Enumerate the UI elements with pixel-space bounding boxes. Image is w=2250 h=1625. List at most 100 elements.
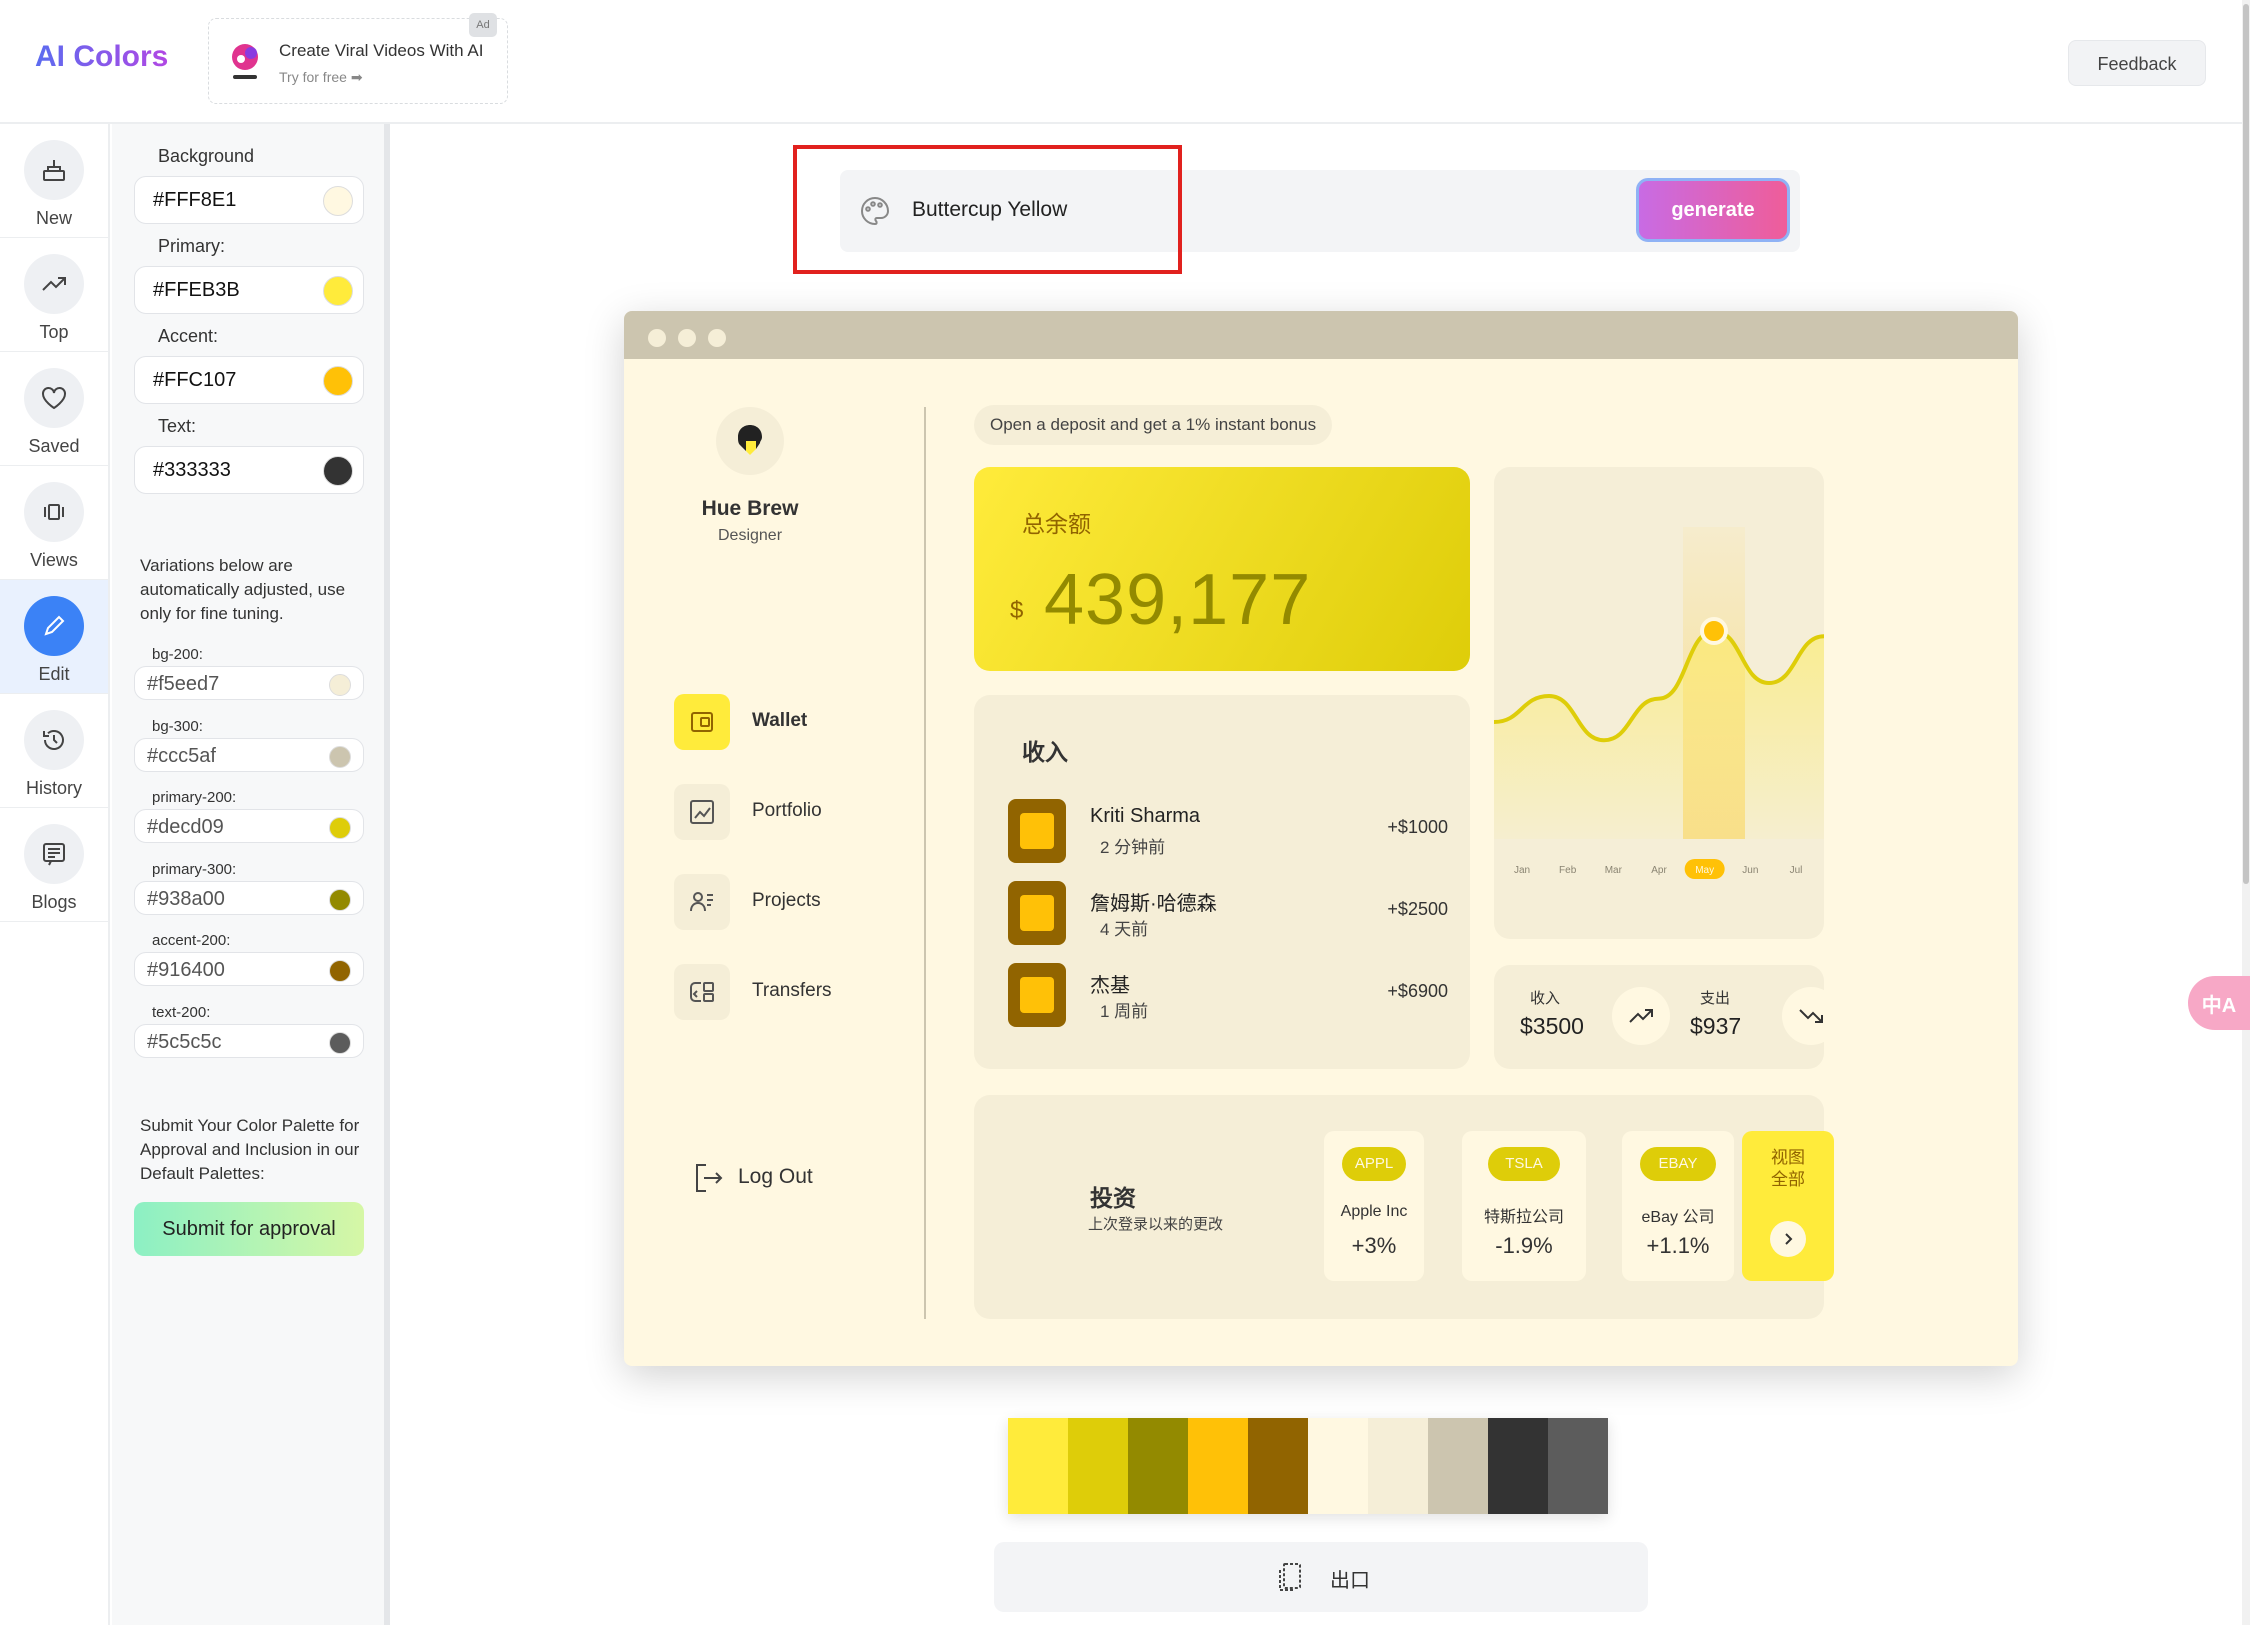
- color-swatch[interactable]: [329, 745, 351, 768]
- nav-label: Projects: [752, 890, 821, 911]
- logout-button[interactable]: Log Out: [692, 1159, 813, 1199]
- chevron-right-icon[interactable]: [1770, 1221, 1806, 1257]
- sidebar-item-saved[interactable]: Saved: [0, 352, 108, 466]
- submit-approval-button[interactable]: Submit for approval: [134, 1202, 364, 1256]
- palette-swatch[interactable]: [1368, 1418, 1428, 1514]
- chart-point[interactable]: [1700, 617, 1728, 645]
- variation-label: bg-200:: [152, 646, 203, 663]
- sidebar-item-label: New: [35, 208, 72, 228]
- palette-swatch[interactable]: [1428, 1418, 1488, 1514]
- transaction-row[interactable]: Kriti Sharma 2 分钟前 +$1000: [1008, 799, 1448, 863]
- palette-strip: [1008, 1418, 1608, 1514]
- trending-icon: [24, 254, 84, 314]
- avatar: [716, 407, 784, 475]
- color-swatch[interactable]: [323, 366, 353, 396]
- expense-stat-label: 支出: [1700, 990, 1731, 1007]
- feedback-button[interactable]: Feedback: [2068, 40, 2206, 86]
- export-button[interactable]: 出口: [994, 1542, 1648, 1612]
- app-logo[interactable]: AI Colors: [35, 40, 168, 74]
- variation-field[interactable]: #938a00: [134, 880, 364, 915]
- export-icon: [1279, 1563, 1301, 1591]
- export-label: 出口: [1330, 1570, 1370, 1592]
- color-swatch[interactable]: [329, 960, 351, 982]
- palette-swatch[interactable]: [1488, 1418, 1548, 1514]
- ad-banner[interactable]: Create Viral Videos With AI Try for free…: [208, 13, 508, 104]
- transaction-name: 杰基: [1090, 975, 1130, 997]
- stock-card-tsla[interactable]: TSLA 特斯拉公司 -1.9%: [1462, 1131, 1586, 1281]
- trend-up-icon[interactable]: [1612, 987, 1670, 1045]
- variation-label: text-200:: [152, 1003, 211, 1021]
- sidebar-item-views[interactable]: Views: [0, 466, 108, 580]
- avatar-icon: [738, 425, 762, 455]
- color-swatch[interactable]: [323, 186, 353, 216]
- trend-down-icon[interactable]: [1782, 987, 1840, 1045]
- variation-field[interactable]: #decd09: [134, 809, 364, 843]
- submit-note: Submit Your Color Palette for Approval a…: [140, 1116, 360, 1183]
- color-swatch[interactable]: [329, 817, 351, 839]
- transaction-row[interactable]: 詹姆斯·哈德森 4 天前 +$2500: [1008, 881, 1448, 945]
- palette-swatch[interactable]: [1068, 1418, 1128, 1514]
- color-swatch[interactable]: [323, 276, 353, 306]
- palette-swatch[interactable]: [1128, 1418, 1188, 1514]
- views-icon: [24, 482, 84, 542]
- stock-card-appl[interactable]: APPL Apple Inc +3%: [1324, 1131, 1424, 1281]
- text-color-field[interactable]: #333333: [134, 446, 364, 494]
- generate-button[interactable]: generate: [1636, 178, 1790, 242]
- stock-ticker: TSLA: [1488, 1147, 1560, 1181]
- ad-title[interactable]: Create Viral Videos With AI: [279, 41, 483, 61]
- variation-field[interactable]: #5c5c5c: [134, 1023, 364, 1058]
- translate-button[interactable]: 中A: [2188, 976, 2250, 1030]
- sidebar-item-new[interactable]: New: [0, 124, 108, 238]
- transaction-time: 1 周前: [1100, 1002, 1149, 1021]
- sidebar-item-history[interactable]: History: [0, 694, 108, 808]
- color-swatch[interactable]: [329, 674, 351, 696]
- nav-label: Wallet: [752, 710, 808, 731]
- variation-field[interactable]: #ccc5af: [134, 737, 364, 772]
- text-label: Text:: [158, 416, 197, 436]
- background-color-field[interactable]: #FFF8E1: [134, 176, 364, 224]
- color-swatch[interactable]: [329, 888, 351, 911]
- expense-stat-value: $937: [1690, 1013, 1742, 1039]
- view-all-card[interactable]: 视图 全部: [1742, 1131, 1834, 1281]
- sidebar-item-blogs[interactable]: Blogs: [0, 808, 108, 922]
- variation-field[interactable]: #916400: [134, 952, 364, 986]
- stock-ticker: APPL: [1342, 1147, 1406, 1181]
- scrollbar-thumb[interactable]: [2243, 4, 2249, 884]
- color-swatch[interactable]: [323, 456, 353, 486]
- ad-logo-icon: [232, 44, 258, 79]
- logout-icon: [696, 1164, 723, 1192]
- transaction-row[interactable]: 杰基 1 周前 +$6900: [1008, 963, 1448, 1027]
- primary-color-field[interactable]: #FFEB3B: [134, 266, 364, 314]
- balance-label: 总余额: [1022, 511, 1091, 537]
- palette-swatch[interactable]: [1548, 1418, 1608, 1514]
- palette-swatch[interactable]: [1008, 1418, 1068, 1514]
- balance-currency: $: [1010, 597, 1024, 624]
- stock-ticker: EBAY: [1640, 1147, 1716, 1181]
- variation-field[interactable]: #f5eed7: [134, 666, 364, 700]
- avatar-image: [1020, 895, 1054, 931]
- transaction-name: 詹姆斯·哈德森: [1090, 893, 1217, 915]
- ad-subtitle[interactable]: Try for free ➡: [279, 69, 363, 86]
- avatar-image: [1020, 813, 1054, 849]
- balance-value: 439,177: [1044, 560, 1312, 640]
- preview-window: Hue Brew Designer Wallet Portfolio Proje…: [624, 311, 2018, 1366]
- x-tick-label: Feb: [1559, 865, 1577, 876]
- stock-card-ebay[interactable]: EBAY eBay 公司 +1.1%: [1622, 1131, 1734, 1281]
- sidebar-item-edit[interactable]: Edit: [0, 580, 108, 694]
- income-stat-label: 收入: [1530, 990, 1561, 1007]
- chart-area: [1494, 631, 1824, 839]
- accent-color-field[interactable]: #FFC107: [134, 356, 364, 404]
- projects-icon: [674, 874, 730, 930]
- profile-role: Designer: [717, 527, 783, 544]
- color-value: #FFF8E1: [153, 189, 237, 211]
- promo-pill[interactable]: Open a deposit and get a 1% instant bonu…: [974, 405, 1333, 445]
- sidebar-item-top[interactable]: Top: [0, 238, 108, 352]
- accent-label: Accent:: [158, 326, 219, 346]
- color-swatch[interactable]: [329, 1031, 351, 1054]
- palette-swatch[interactable]: [1248, 1418, 1308, 1514]
- palette-swatch[interactable]: [1308, 1418, 1368, 1514]
- palette-swatch[interactable]: [1188, 1418, 1248, 1514]
- history-icon: [24, 710, 84, 770]
- window-dot: [678, 329, 696, 347]
- avatar: [1008, 963, 1066, 1027]
